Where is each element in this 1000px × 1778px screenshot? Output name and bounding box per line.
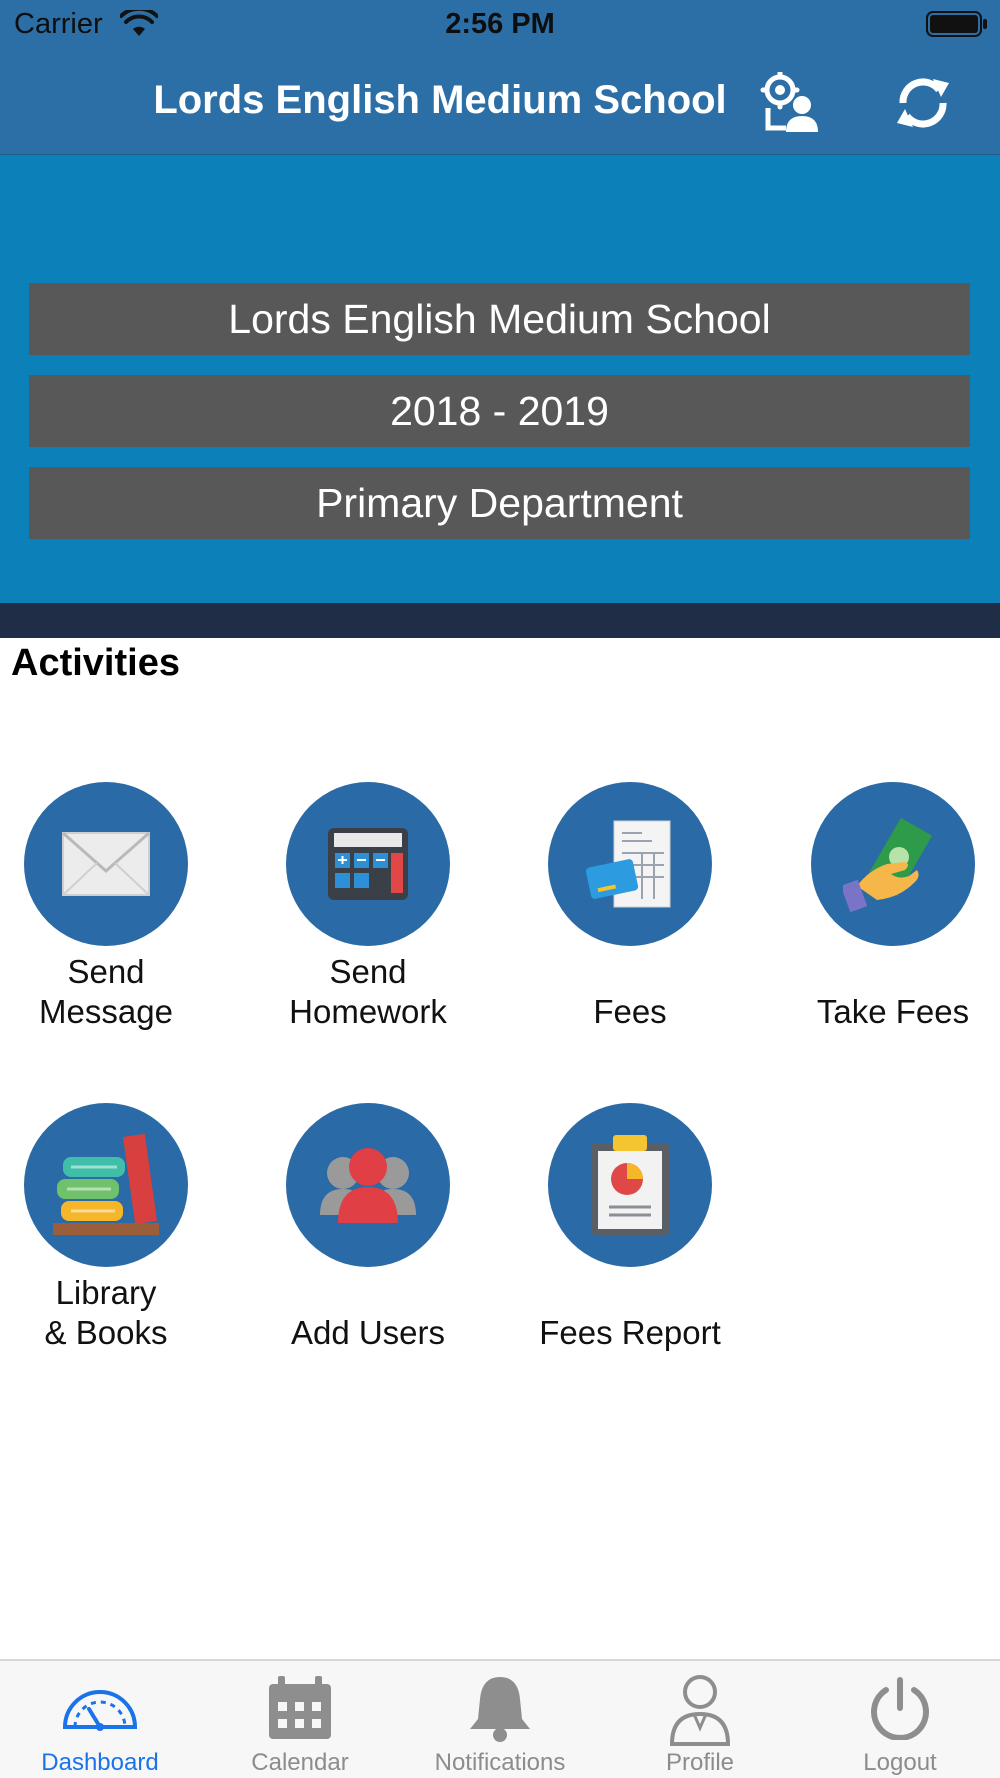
speedometer-icon [62, 1690, 138, 1731]
tab-dashboard[interactable]: Dashboard [0, 1661, 200, 1778]
tab-profile-label: Profile [665, 1749, 735, 1776]
tab-notifications[interactable]: Notifications [400, 1661, 600, 1778]
navigation-bar: Carrier 2:56 PM Lords English Medium Sch… [0, 0, 1000, 155]
page-title: Lords English Medium School [153, 78, 727, 122]
tab-calendar-label: Calendar [251, 1749, 349, 1776]
send-homework-tile[interactable]: Send Homework [248, 782, 488, 1032]
fees-label: Fees [593, 993, 667, 1030]
department-bar: Primary Department [29, 467, 970, 539]
fees-report-tile[interactable]: Fees Report [510, 1103, 750, 1353]
activities-heading: Activities [11, 642, 180, 684]
invoice-card-icon [586, 820, 671, 908]
cash-hand-icon [843, 817, 933, 912]
library-books-tile[interactable]: Library & Books [0, 1103, 226, 1353]
refresh-button[interactable] [890, 70, 956, 136]
add-users-tile[interactable]: Add Users [248, 1103, 488, 1353]
take-fees-button[interactable] [811, 782, 975, 946]
send-message-tile[interactable]: Send Message [0, 782, 226, 1032]
status-time: 2:56 PM [445, 8, 555, 40]
add-users-label: Add Users [290, 1314, 446, 1351]
envelope-icon [62, 831, 150, 896]
status-bar: Carrier 2:56 PM [0, 0, 1000, 50]
tab-logout[interactable]: Logout [800, 1661, 1000, 1778]
tab-dashboard-label: Dashboard [41, 1749, 159, 1776]
tab-logout-label: Logout [863, 1749, 937, 1776]
books-icon [53, 1133, 159, 1235]
fees-report-label: Fees Report [539, 1314, 721, 1351]
power-icon [871, 1677, 929, 1740]
battery-icon [926, 11, 987, 37]
school-banner: Lords English Medium School 2018 - 2019 … [0, 155, 1000, 603]
fees-tile[interactable]: Fees [510, 782, 750, 1032]
send-homework-label: Send Homework [289, 953, 447, 1030]
send-homework-button[interactable] [286, 782, 450, 946]
user-settings-button[interactable] [758, 70, 824, 136]
user-settings-icon [760, 72, 818, 132]
send-message-button[interactable] [24, 782, 188, 946]
bell-icon [470, 1677, 530, 1742]
report-clipboard-icon [591, 1135, 669, 1235]
school-name-bar: Lords English Medium School [29, 283, 970, 355]
library-books-button[interactable] [24, 1103, 188, 1267]
send-message-label: Send Message [39, 953, 173, 1030]
academic-year-bar: 2018 - 2019 [29, 375, 970, 447]
calendar-icon [269, 1676, 331, 1739]
library-books-label: Library & Books [44, 1274, 168, 1351]
take-fees-label: Take Fees [816, 993, 970, 1030]
tab-calendar[interactable]: Calendar [200, 1661, 400, 1778]
add-users-button[interactable] [286, 1103, 450, 1267]
calculator-icon [328, 828, 408, 900]
users-icon [320, 1148, 416, 1223]
divider-strip [0, 603, 1000, 638]
tab-notifications-label: Notifications [434, 1749, 566, 1776]
fees-button[interactable] [548, 782, 712, 946]
person-icon [669, 1675, 731, 1746]
refresh-icon [897, 78, 949, 128]
take-fees-tile[interactable]: Take Fees [773, 782, 1000, 1032]
fees-report-button[interactable] [548, 1103, 712, 1267]
tab-profile[interactable]: Profile [600, 1661, 800, 1778]
tab-bar: Dashboard Calendar Notifications Profile… [0, 1659, 1000, 1778]
